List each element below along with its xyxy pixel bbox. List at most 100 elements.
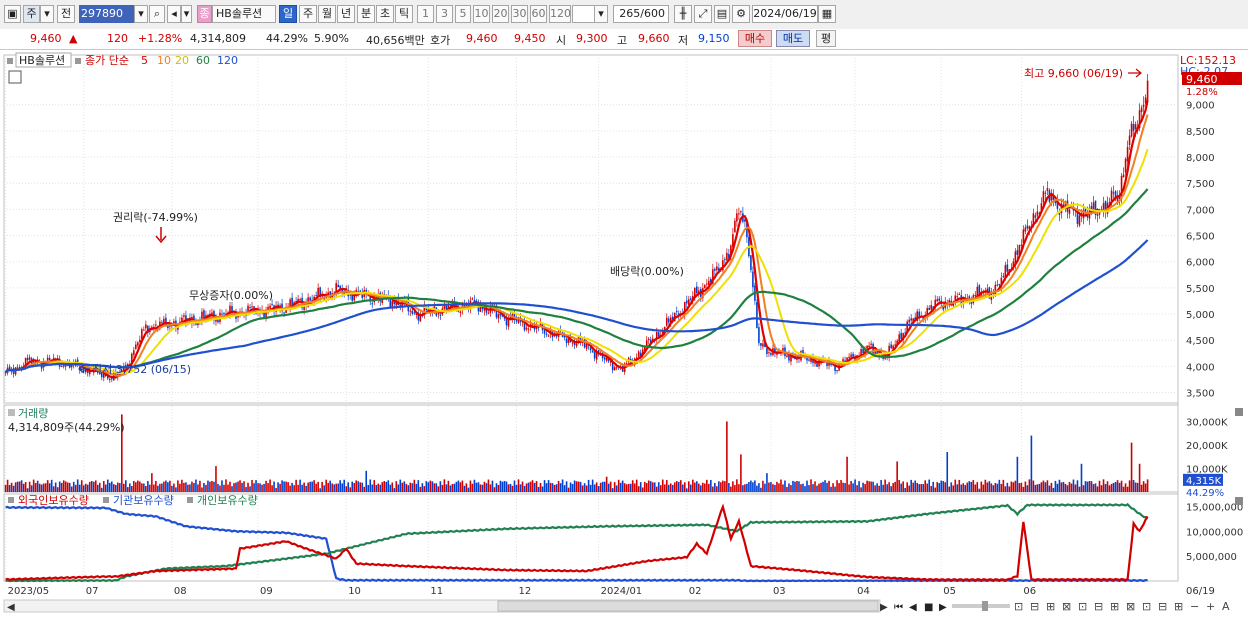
- interval-120[interactable]: 120: [549, 5, 571, 23]
- volume-bar: [914, 480, 916, 492]
- volume-bar: [1070, 483, 1073, 492]
- period-tab-3[interactable]: 년: [337, 5, 355, 23]
- volume-bar: [641, 487, 644, 492]
- candle-icon[interactable]: ╫: [674, 5, 692, 23]
- gear-icon[interactable]: ⚙: [732, 5, 750, 23]
- pct-tag: 1.28%: [1186, 87, 1218, 98]
- volume-bar: [796, 480, 798, 492]
- candle-body: [1146, 80, 1149, 100]
- volume-bar: [431, 481, 434, 492]
- volume-bar: [417, 480, 420, 492]
- period-tab-0[interactable]: 일: [279, 5, 297, 23]
- volume-bar: [1036, 484, 1039, 492]
- holdings-tick-label: 10,000,000: [1186, 527, 1243, 538]
- calendar-icon[interactable]: ▦: [818, 5, 836, 23]
- volume-bar: [1130, 442, 1133, 492]
- volume-bar: [579, 481, 582, 492]
- volume-bar: [439, 481, 442, 492]
- window-icon[interactable]: ▣: [4, 5, 21, 23]
- prev-button[interactable]: 전: [57, 5, 75, 23]
- save-icon[interactable]: ▤: [714, 5, 730, 23]
- candle-body: [998, 284, 1001, 286]
- volume-bar: [1040, 482, 1043, 492]
- volume-bar: [511, 485, 514, 492]
- candle-body: [1130, 123, 1133, 137]
- code-dropdown-icon[interactable]: ▾: [134, 5, 148, 23]
- period-dropdown-icon[interactable]: ▾: [40, 5, 54, 23]
- candle-body: [163, 318, 165, 323]
- sell-button[interactable]: 매도: [776, 30, 810, 47]
- candle-body: [267, 306, 269, 310]
- volume-bar: [1116, 480, 1119, 492]
- volume-bar: [367, 484, 370, 492]
- average-label: 평: [820, 32, 832, 45]
- volume-bar: [1142, 481, 1145, 492]
- volume-bar: [1098, 480, 1101, 492]
- crosshair-icon[interactable]: ⤢: [694, 5, 712, 23]
- interval-10[interactable]: 10: [473, 5, 490, 23]
- interval-3[interactable]: 3: [436, 5, 453, 23]
- volume-bar: [1056, 483, 1059, 492]
- volume-bar: [269, 479, 271, 492]
- x-axis-label: 08: [174, 586, 187, 597]
- candle-body: [734, 220, 736, 233]
- candle-body: [1128, 135, 1131, 146]
- period-select[interactable]: 주: [23, 5, 40, 23]
- volume-bar: [545, 483, 548, 492]
- interval-5[interactable]: 5: [455, 5, 471, 23]
- volume-bar: [247, 482, 249, 492]
- stock-code-input[interactable]: 297890: [79, 5, 135, 23]
- period-tab-6[interactable]: 틱: [395, 5, 413, 23]
- interval-1[interactable]: 1: [417, 5, 434, 23]
- volume-bar: [776, 481, 778, 492]
- volume-ratio: 44.29%: [266, 32, 308, 45]
- volume-bar: [327, 482, 329, 492]
- volume-bar: [1006, 482, 1009, 492]
- period-tab-5[interactable]: 초: [376, 5, 394, 23]
- average-button[interactable]: 평: [816, 30, 836, 47]
- candle-body: [135, 344, 137, 349]
- period-tab-4[interactable]: 분: [357, 5, 375, 23]
- candle-body: [413, 312, 416, 314]
- period-tab-1[interactable]: 주: [299, 5, 317, 23]
- stock-chart[interactable]: 2023/05 07 08 09 10 11 12 2024/01 02 03 04 05 06 06/1…: [0, 50, 1248, 621]
- buy-button[interactable]: 매수: [738, 30, 772, 47]
- interval-30[interactable]: 30: [511, 5, 528, 23]
- candle-body: [16, 367, 19, 369]
- volume-bar: [451, 484, 454, 492]
- interval-dropdown-icon[interactable]: ▾: [594, 5, 608, 23]
- interval-60[interactable]: 60: [530, 5, 547, 23]
- speaker-icon[interactable]: ◂: [167, 5, 181, 23]
- date-input[interactable]: 2024/06/19: [752, 5, 818, 23]
- volume-bar: [459, 482, 462, 492]
- interval-20[interactable]: 20: [492, 5, 509, 23]
- volume-bar: [756, 485, 758, 492]
- playback-icon-0: ⏮: [894, 602, 903, 613]
- candle-body: [866, 345, 868, 349]
- volume-bar: [589, 484, 592, 492]
- count-input[interactable]: 265/600: [613, 5, 669, 23]
- candle-body: [714, 268, 716, 271]
- volume-bar: [16, 481, 19, 492]
- volume-bar: [289, 485, 291, 492]
- search-icon[interactable]: ⌕: [149, 5, 165, 23]
- speaker-dropdown-icon[interactable]: ▾: [181, 5, 192, 23]
- candle-body: [1110, 190, 1113, 202]
- volume-bar: [211, 480, 213, 492]
- bid-price: 9,450: [514, 32, 546, 45]
- tool-icon-3: ⊠: [1062, 600, 1071, 613]
- volume-bar: [948, 486, 951, 492]
- stock-name[interactable]: HB솔루션: [212, 5, 276, 23]
- volume-bar: [798, 481, 800, 492]
- volume-bar: [870, 481, 872, 492]
- candle-body: [1126, 147, 1129, 162]
- volume-bar: [86, 484, 89, 492]
- volume-bar: [517, 479, 520, 492]
- volume-bar: [92, 481, 95, 492]
- volume-bar: [84, 483, 87, 492]
- volume-bar: [633, 483, 636, 492]
- volume-bar: [40, 484, 43, 492]
- volume-bar: [547, 480, 550, 492]
- period-tab-2[interactable]: 월: [318, 5, 336, 23]
- volume-bar: [20, 480, 23, 492]
